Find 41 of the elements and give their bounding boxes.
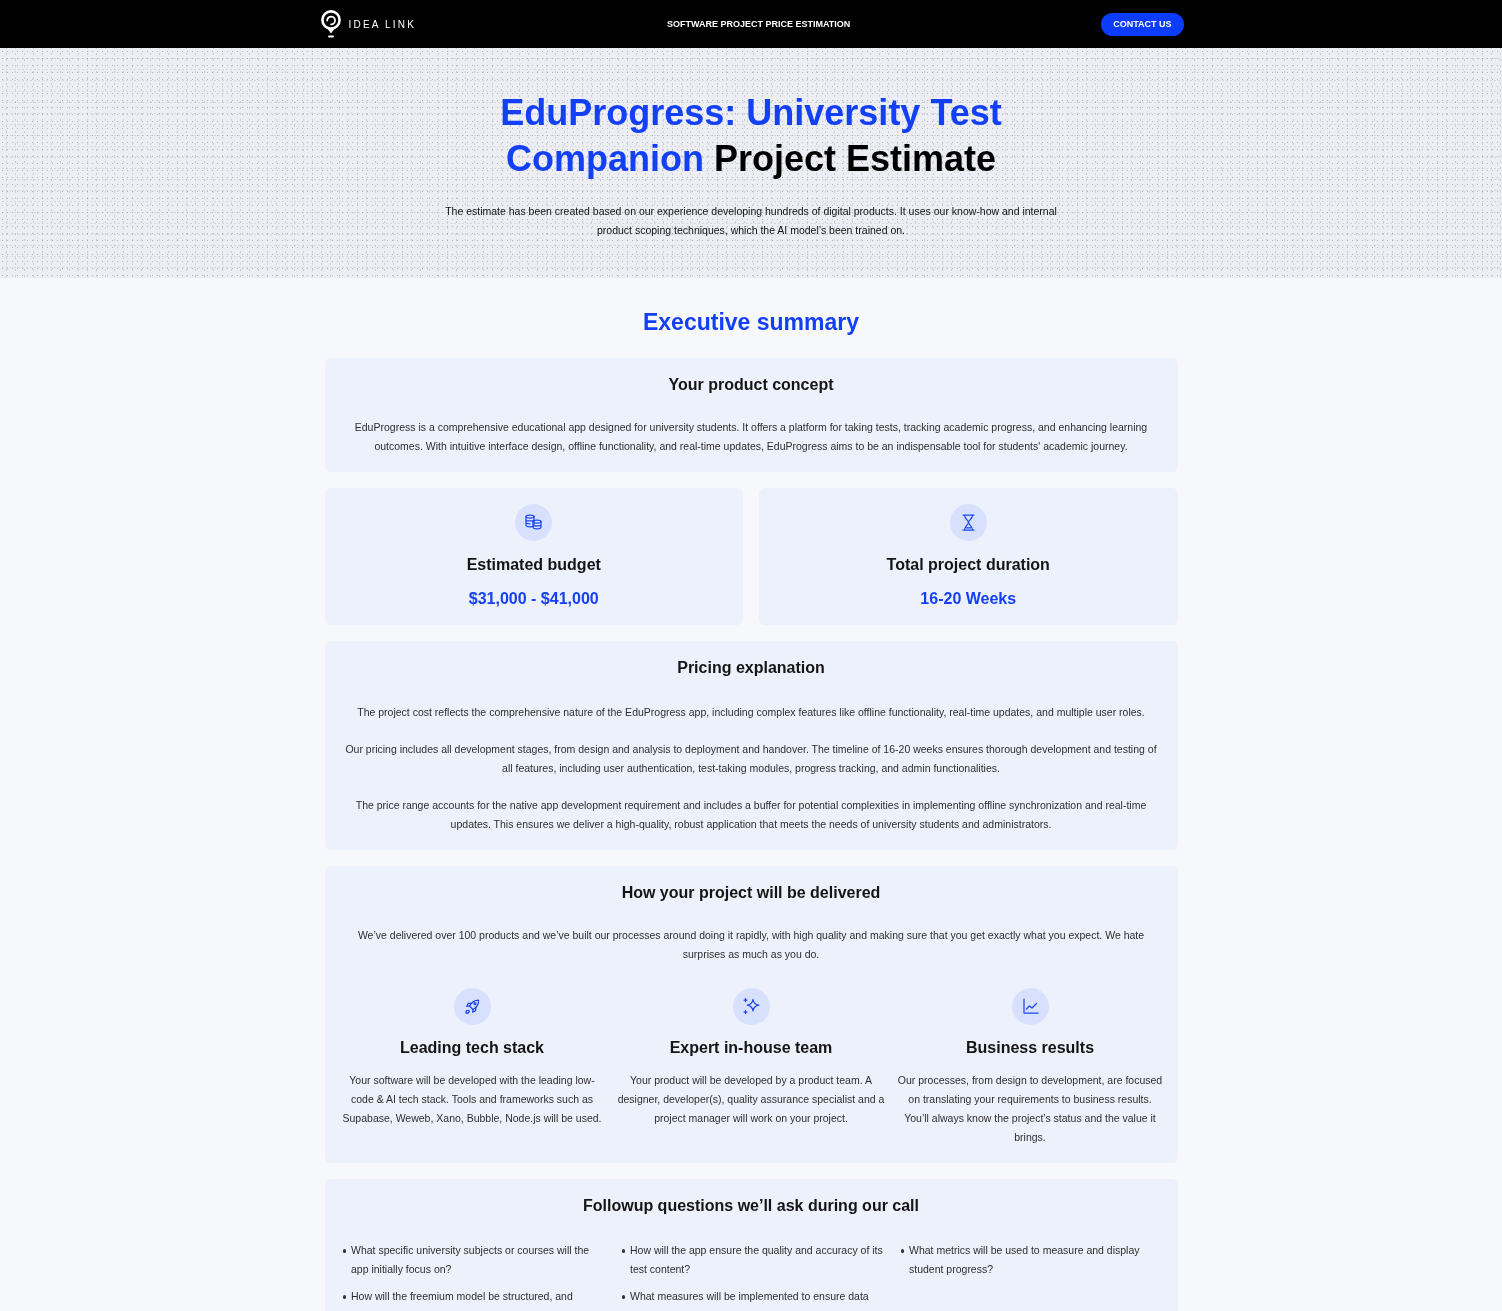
brand-name: IDEA LINK <box>348 18 417 30</box>
question-text: What measures will be implemented to ensure data <box>630 1289 869 1304</box>
bullet-icon <box>342 1249 346 1253</box>
rocket-icon <box>453 988 491 1025</box>
contact-button[interactable]: CONTACT US <box>1101 12 1184 36</box>
question-text: What specific university subjects or courses will the app initially focus on? <box>351 1243 591 1277</box>
section-heading: Executive summary <box>641 308 861 337</box>
bullet-icon <box>621 1295 625 1299</box>
feature-text: Your product will be developed by a product team. A designer, developer(s), quality assurance specialist and a project manager will work on your project. <box>617 1073 885 1126</box>
stat-value: 16-20 Weeks <box>920 589 1017 609</box>
pricing-paragraph: The price range accounts for the native app development requirement and includes a buffer for potential complexities in implementing offline synchronization and real-time updates. This ensures we deliver a high-quality, robust application that meets the needs of university students and administrators. <box>354 798 1148 832</box>
header-title: SOFTWARE PROJECT PRICE ESTIMATION <box>666 19 851 29</box>
bullet-icon <box>342 1295 346 1299</box>
hero-description: The estimate has been created based on our experience developing hundreds of digital products. It uses our know-how and internal product scoping techniques, which the AI model’s been trained on. <box>444 204 1058 238</box>
line-chart-icon <box>1011 988 1049 1025</box>
card-title: Your product concept <box>667 375 835 395</box>
pricing-paragraph: Our pricing includes all development stages, from design and analysis to deployment and handover. The timeline of 16-20 weeks ensures thorough development and testing of all features, including user authentication, test-taking modules, progress tracking, and admin functionalities. <box>344 742 1158 776</box>
card-title: How your project will be delivered <box>620 883 882 903</box>
delivery-intro: We’ve delivered over 100 products and we’ve built our processes around doing it rapidly, with high quality and making sure that you get exactly what you expect. We hate surprises as much as you do. <box>356 928 1146 962</box>
feature-title: Expert in-house team <box>669 1038 833 1058</box>
question-text: What metrics will be used to measure and display student progress? <box>909 1243 1141 1277</box>
question-text: How will the freemium model be structured, and <box>351 1289 573 1304</box>
concept-text: EduProgress is a comprehensive educational app designed for university students. It offers a platform for taking tests, tracking academic progress, and enhancing learning outcomes. With intuitive interface design, offline functionality, and real-time updates, EduProgress aims to be an indispensable tool for students' academic journey. <box>353 420 1149 454</box>
stat-value: $31,000 - $41,000 <box>468 589 599 609</box>
page-title: EduProgress: University Test Companion Project Estimate <box>499 91 1003 181</box>
stat-title: Estimated budget <box>466 555 601 575</box>
stat-title: Total project duration <box>886 555 1050 575</box>
feature-text: Your software will be developed with the leading low-code & AI tech stack. Tools and frameworks such as Supabase, Weweb, Xano, Bubble, Node.js will be used. <box>341 1073 603 1126</box>
question-text: How will the app ensure the quality and accuracy of its test content? <box>630 1243 884 1277</box>
pricing-paragraph: The project cost reflects the comprehensive nature of the EduProgress app, including complex features like offline functionality, real-time updates, and multiple user roles. <box>356 705 1146 720</box>
card-title: Followup questions we’ll ask during our call <box>581 1196 920 1216</box>
card-title: Pricing explanation <box>676 658 826 678</box>
feature-text: Our processes, from design to development, are focused on translating your requirements to business results. You’ll always know the project’s status and the value it brings. <box>896 1073 1164 1145</box>
hourglass-icon <box>949 504 987 541</box>
bullet-icon <box>621 1249 625 1253</box>
bulb-logo-icon <box>318 9 343 39</box>
coins-icon <box>515 504 553 541</box>
feature-title: Business results <box>965 1038 1095 1058</box>
bullet-icon <box>900 1249 904 1253</box>
feature-title: Leading tech stack <box>399 1038 544 1058</box>
sparkles-icon <box>732 988 770 1025</box>
